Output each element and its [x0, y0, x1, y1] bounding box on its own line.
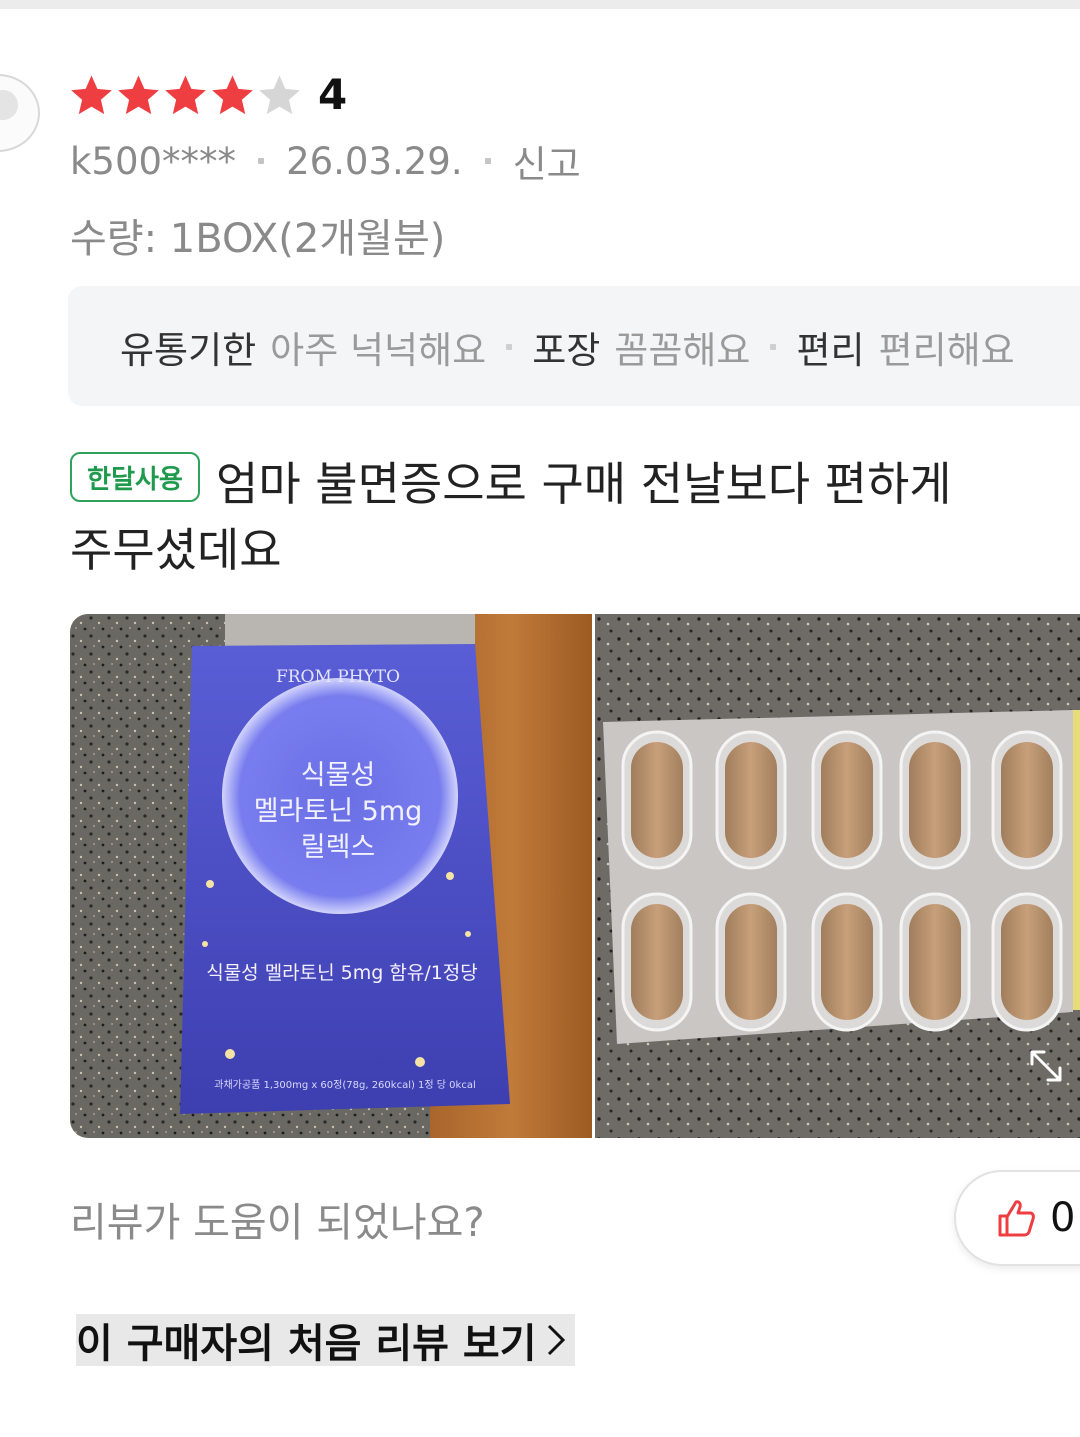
- avatar[interactable]: [0, 74, 40, 152]
- purchase-quantity: 수량: 1BOX(2개월분): [70, 216, 446, 262]
- expand-icon[interactable]: [1026, 1046, 1066, 1086]
- pill: [631, 742, 684, 858]
- pill: [909, 742, 962, 858]
- usage-period-badge: 한달사용: [70, 452, 200, 502]
- pill: [725, 742, 778, 858]
- like-button[interactable]: 0: [954, 1170, 1080, 1266]
- pill: [821, 904, 874, 1020]
- tag-key-expiry: 유통기한: [120, 329, 257, 372]
- first-review-link[interactable]: 이 구매자의 처음 리뷰 보기: [76, 1314, 575, 1367]
- review-photo-pill-blister[interactable]: [595, 614, 1080, 1138]
- separator-dot: [770, 344, 777, 350]
- thumbs-up-icon: [998, 1200, 1035, 1237]
- first-review-label: 이 구매자의 처음 리뷰 보기: [76, 1321, 537, 1367]
- reviewer-id: k500****: [70, 139, 237, 183]
- tag-value-packaging: 꼼꼼해요: [614, 329, 751, 372]
- tag-value-convenience: 편리해요: [878, 329, 1015, 372]
- separator-dot: [258, 158, 265, 164]
- tag-value-expiry: 아주 넉넉해요: [270, 329, 487, 372]
- tag-key-packaging: 포장: [532, 329, 601, 372]
- pill: [909, 904, 962, 1020]
- review-tags: 유통기한 아주 넉넉해요 포장 꼼꼼해요 편리 편리해요: [120, 320, 1015, 374]
- pill: [1001, 742, 1054, 858]
- helpful-question: 리뷰가 도움이 되었나요?: [70, 1200, 485, 1246]
- top-divider: [0, 0, 1080, 9]
- pill: [1001, 904, 1054, 1020]
- like-count: 0: [1050, 1195, 1076, 1241]
- tag-key-convenience: 편리: [796, 329, 865, 372]
- star-icon: [71, 75, 112, 115]
- product-name-line2: 멜라토닌 5mg: [254, 796, 423, 827]
- product-box-photo: FROM PHYTO 식물성 멜라토닌 5mg 릴렉스 식물성 멜라토닌 5mg…: [70, 614, 593, 1138]
- star-icon: [212, 75, 253, 115]
- separator-dot: [506, 344, 513, 350]
- review-photos: FROM PHYTO 식물성 멜라토닌 5mg 릴렉스 식물성 멜라토닌 5mg…: [70, 614, 1080, 1138]
- separator-dot: [484, 158, 491, 164]
- review-date: 26.03.29.: [286, 139, 463, 183]
- brand-name: FROM PHYTO: [276, 667, 400, 687]
- pill-blister-photo: [595, 614, 1080, 1138]
- product-name-line1: 식물성: [301, 760, 376, 791]
- report-link[interactable]: 신고: [513, 134, 581, 188]
- review-photo-product-box[interactable]: FROM PHYTO 식물성 멜라토닌 5mg 릴렉스 식물성 멜라토닌 5mg…: [70, 614, 593, 1138]
- product-subtext: 식물성 멜라토닌 5mg 함유/1정당: [206, 962, 478, 984]
- review-meta: k500**** 26.03.29. 신고: [70, 134, 581, 188]
- star-icon: [118, 75, 159, 115]
- star-icon: [259, 75, 300, 115]
- star-icon: [165, 75, 206, 115]
- product-name-line3: 릴렉스: [301, 832, 376, 863]
- pill: [631, 904, 684, 1020]
- review-text-line2: 주무셨데요: [70, 523, 282, 577]
- chevron-right-icon: [547, 1324, 565, 1356]
- review-tags-box: 유통기한 아주 넉넉해요 포장 꼼꼼해요 편리 편리해요: [68, 286, 1080, 406]
- review-text-line1: 엄마 불면증으로 구매 전날보다 편하게: [216, 457, 952, 511]
- pill: [821, 742, 874, 858]
- pill: [725, 904, 778, 1020]
- star-rating: [68, 72, 303, 119]
- rating-number: 4: [318, 70, 348, 119]
- product-fine-print: 과채가공품 1,300mg x 60정(78g, 260kcal) 1정 당 0…: [214, 1079, 475, 1091]
